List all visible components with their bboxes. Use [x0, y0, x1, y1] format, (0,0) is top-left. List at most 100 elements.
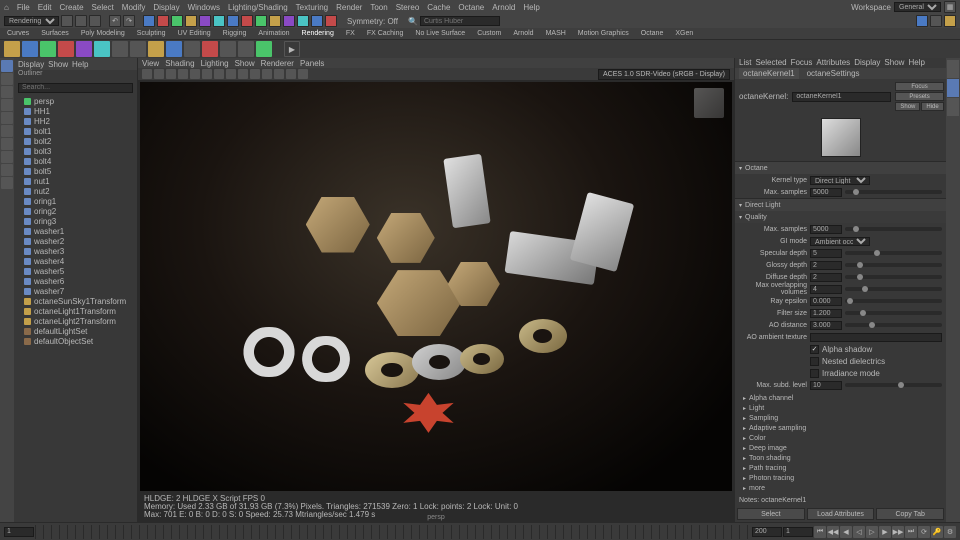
prev-key-icon[interactable]: ◀ [840, 526, 852, 538]
vp-tb-3[interactable] [166, 69, 176, 79]
prefs-icon[interactable]: ⚙ [944, 526, 956, 538]
marketplace-icon[interactable] [944, 15, 956, 27]
show-button[interactable]: Show [895, 102, 920, 111]
max-samples2-slider[interactable] [845, 227, 942, 231]
section-quality[interactable]: Quality [735, 211, 946, 223]
ao-distance-slider[interactable] [845, 323, 942, 327]
shelf-tab-fx[interactable]: FX [343, 30, 358, 37]
save-scene-icon[interactable] [89, 15, 101, 27]
collapsed-section[interactable]: Sampling [735, 413, 946, 423]
outliner-item[interactable]: defaultObjectSet [16, 336, 135, 346]
vp-tb-7[interactable] [214, 69, 224, 79]
shelf-tab-animation[interactable]: Animation [255, 30, 292, 37]
range-start-input[interactable] [4, 527, 34, 537]
symmetry-tool[interactable] [1, 151, 13, 163]
outliner-item[interactable]: washer3 [16, 246, 135, 256]
outliner-item[interactable]: washer6 [16, 276, 135, 286]
menu-set-dropdown[interactable]: Rendering [4, 16, 59, 26]
max-subd-input[interactable] [810, 381, 842, 390]
shelf-tab-poly[interactable]: Poly Modeling [78, 30, 128, 37]
collapsed-section[interactable]: Alpha channel [735, 393, 946, 403]
shelf-icon-14[interactable] [238, 41, 254, 57]
step-back-icon[interactable]: ◀◀ [827, 526, 839, 538]
section-octane[interactable]: Octane [735, 162, 946, 174]
collapsed-section[interactable]: Toon shading [735, 453, 946, 463]
snap-grid-icon[interactable] [185, 15, 197, 27]
menu-display[interactable]: Display [153, 3, 179, 12]
vp-tb-10[interactable] [250, 69, 260, 79]
shelf-tab-rigging[interactable]: Rigging [220, 30, 250, 37]
step-forward-icon[interactable]: ▶▶ [892, 526, 904, 538]
scale-tool[interactable] [1, 112, 13, 124]
redo-icon[interactable]: ↷ [123, 15, 135, 27]
shelf-tab-sculpt[interactable]: Sculpting [134, 30, 169, 37]
snap-point-icon[interactable] [213, 15, 225, 27]
filter-size-input[interactable] [810, 309, 842, 318]
soft-select-tool[interactable] [1, 138, 13, 150]
max-samples2-input[interactable] [810, 225, 842, 234]
shelf-icon-4[interactable] [58, 41, 74, 57]
layout-tool[interactable] [1, 177, 13, 189]
shelf-icon-6[interactable] [94, 41, 110, 57]
ae-tab-attributes[interactable]: Attributes [816, 58, 850, 67]
diffuse-depth-slider[interactable] [845, 275, 942, 279]
shelf-tab-fxcache[interactable]: FX Caching [364, 30, 407, 37]
snap-tool[interactable] [1, 164, 13, 176]
lasso-tool[interactable] [1, 73, 13, 85]
attribute-editor-tab[interactable] [947, 79, 959, 97]
node-tab-settings[interactable]: octaneSettings [803, 68, 864, 79]
ae-tab-show[interactable]: Show [884, 58, 904, 67]
specular-depth-input[interactable] [810, 249, 842, 258]
node-tab-kernel[interactable]: octaneKernel1 [739, 68, 799, 79]
outliner-item[interactable]: bolt2 [16, 136, 135, 146]
lasso-select-icon[interactable] [157, 15, 169, 27]
shelf-icon-13[interactable] [220, 41, 236, 57]
channel-box-tab[interactable] [947, 60, 959, 78]
shelf-icon-7[interactable] [112, 41, 128, 57]
goto-start-icon[interactable]: ⏮ [814, 526, 826, 538]
render-icon[interactable] [297, 15, 309, 27]
shelf-tab-motion[interactable]: Motion Graphics [575, 30, 632, 37]
outliner-item[interactable]: nut2 [16, 186, 135, 196]
filter-size-slider[interactable] [845, 311, 942, 315]
viewport-3d[interactable] [140, 82, 732, 491]
user-search-input[interactable] [420, 16, 500, 26]
outliner-menu-show[interactable]: Show [48, 60, 68, 69]
shelf-tab-mash[interactable]: MASH [543, 30, 569, 37]
next-key-icon[interactable]: ▶ [879, 526, 891, 538]
ae-tab-display[interactable]: Display [854, 58, 880, 67]
max-subd-slider[interactable] [845, 383, 942, 387]
outliner-item[interactable]: oring3 [16, 216, 135, 226]
vp-tb-2[interactable] [154, 69, 164, 79]
ray-epsilon-input[interactable] [810, 297, 842, 306]
menu-lighting[interactable]: Lighting/Shading [228, 3, 288, 12]
diffuse-depth-input[interactable] [810, 273, 842, 282]
play-back-icon[interactable]: ◁ [853, 526, 865, 538]
outliner-item[interactable]: bolt5 [16, 166, 135, 176]
load-attributes-button[interactable]: Load Attributes [807, 508, 875, 520]
shelf-icon-11[interactable] [184, 41, 200, 57]
irradiance-checkbox[interactable] [810, 369, 819, 378]
max-overlap-slider[interactable] [845, 287, 942, 291]
vp-menu-view[interactable]: View [142, 59, 159, 68]
outliner-menu-help[interactable]: Help [72, 60, 88, 69]
menu-file[interactable]: File [17, 3, 30, 12]
vp-tb-12[interactable] [274, 69, 284, 79]
vp-tb-6[interactable] [202, 69, 212, 79]
gi-mode-select[interactable]: Ambient occlusion [810, 237, 870, 246]
shelf-tab-xgen[interactable]: XGen [672, 30, 696, 37]
loop-icon[interactable]: ⟳ [918, 526, 930, 538]
select-tool[interactable] [1, 60, 13, 72]
collapsed-section[interactable]: Deep image [735, 443, 946, 453]
tool-settings-tab[interactable] [947, 98, 959, 116]
menu-arnold[interactable]: Arnold [492, 3, 515, 12]
menu-cache[interactable]: Cache [427, 3, 450, 12]
outliner-item[interactable]: washer1 [16, 226, 135, 236]
outliner-item[interactable]: washer4 [16, 256, 135, 266]
colorspace-dropdown[interactable]: ACES 1.0 SDR-Video (sRGB - Display) [598, 69, 730, 80]
home-icon[interactable]: ⌂ [4, 3, 9, 12]
workspace-dropdown[interactable]: General [894, 2, 941, 12]
outliner-item[interactable]: octaneLight1Transform [16, 306, 135, 316]
shelf-tab-octane[interactable]: Octane [638, 30, 667, 37]
shelf-icon-3[interactable] [40, 41, 56, 57]
